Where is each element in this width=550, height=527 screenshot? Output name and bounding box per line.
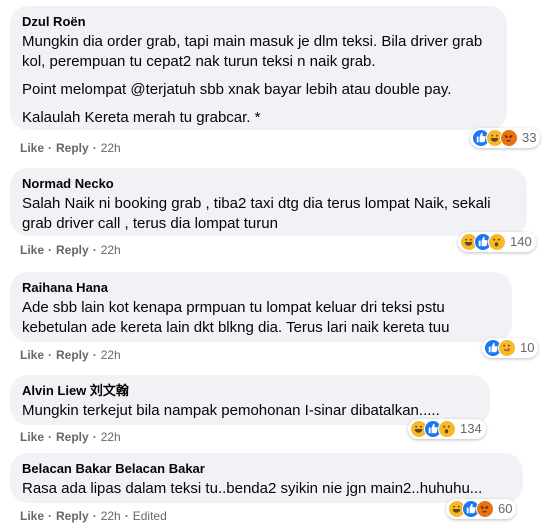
comment-text: Ade sbb lain kot kenapa prmpuan tu lompa… xyxy=(22,299,450,336)
comment-author[interactable]: Raihana Hana xyxy=(22,280,500,296)
comment-author[interactable]: Belacan Bakar Belacan Bakar xyxy=(22,461,511,477)
like-button[interactable]: Like xyxy=(20,509,44,523)
separator-dot: · xyxy=(48,141,53,155)
separator-dot: · xyxy=(48,243,53,257)
edited-label[interactable]: Edited xyxy=(133,509,167,523)
reaction-count: 60 xyxy=(498,501,513,516)
comment-bubble: Belacan Bakar Belacan Bakar Rasa ada lip… xyxy=(10,453,523,503)
comment-author[interactable]: Alvin Liew 刘文翰 xyxy=(22,383,478,399)
comment-bubble: Normad Necko Salah Naik ni booking grab … xyxy=(10,168,527,236)
comment-actions: Like · Reply · 22h · Edited xyxy=(20,508,167,524)
separator-dot: · xyxy=(92,430,97,444)
comment-author[interactable]: Normad Necko xyxy=(22,176,515,192)
comment-time[interactable]: 22h xyxy=(101,141,121,155)
comment-text: Mungkin dia order grab, tapi main masuk … xyxy=(22,33,483,70)
separator-dot: · xyxy=(92,509,97,523)
separator-dot: · xyxy=(48,430,53,444)
reaction-summary[interactable]: 140 xyxy=(458,232,536,252)
reaction-count: 33 xyxy=(522,130,537,145)
comment-author[interactable]: Dzul Roën xyxy=(22,14,495,30)
wow-icon xyxy=(438,420,456,438)
reaction-summary[interactable]: 60 xyxy=(446,499,517,519)
comment-actions: Like · Reply · 22h xyxy=(20,242,121,258)
comment-text: Kalaulah Kereta merah tu grabcar. * xyxy=(22,109,261,126)
comment-actions: Like · Reply · 22h xyxy=(20,429,121,445)
reaction-summary[interactable]: 33 xyxy=(470,128,541,148)
reply-button[interactable]: Reply xyxy=(56,348,89,362)
comment-text: Rasa ada lipas dalam teksi tu..benda2 sy… xyxy=(22,480,483,497)
separator-dot: · xyxy=(92,348,97,362)
comment-time[interactable]: 22h xyxy=(101,348,121,362)
separator-dot: · xyxy=(92,243,97,257)
comment-text: Salah Naik ni booking grab , tiba2 taxi … xyxy=(22,195,491,232)
like-button[interactable]: Like xyxy=(20,430,44,444)
reply-button[interactable]: Reply xyxy=(56,509,89,523)
reaction-summary[interactable]: 134 xyxy=(408,419,486,439)
reaction-count: 134 xyxy=(460,421,482,436)
reply-button[interactable]: Reply xyxy=(56,141,89,155)
wow-icon xyxy=(488,233,506,251)
angry-icon xyxy=(476,500,494,518)
separator-dot: · xyxy=(48,348,53,362)
comment-time[interactable]: 22h xyxy=(101,509,121,523)
reaction-summary[interactable]: 10 xyxy=(482,338,539,358)
reply-button[interactable]: Reply xyxy=(56,243,89,257)
comment-time[interactable]: 22h xyxy=(101,243,121,257)
like-button[interactable]: Like xyxy=(20,243,44,257)
separator-dot: · xyxy=(124,509,129,523)
comment-bubble: Dzul Roën Mungkin dia order grab, tapi m… xyxy=(10,6,507,130)
care-icon xyxy=(498,339,516,357)
comment-bubble: Raihana Hana Ade sbb lain kot kenapa prm… xyxy=(10,272,512,342)
like-button[interactable]: Like xyxy=(20,348,44,362)
like-button[interactable]: Like xyxy=(20,141,44,155)
comment-text: Mungkin terkejut bila nampak pemohonan I… xyxy=(22,402,440,419)
separator-dot: · xyxy=(92,141,97,155)
reaction-count: 10 xyxy=(520,340,535,355)
reply-button[interactable]: Reply xyxy=(56,430,89,444)
comment-bubble: Alvin Liew 刘文翰 Mungkin terkejut bila nam… xyxy=(10,375,490,425)
angry-icon xyxy=(500,129,518,147)
separator-dot: · xyxy=(48,509,53,523)
comment-actions: Like · Reply · 22h xyxy=(20,347,121,363)
comment-time[interactable]: 22h xyxy=(101,430,121,444)
comment-text: Point melompat @terjatuh sbb xnak bayar … xyxy=(22,81,452,98)
comment-actions: Like · Reply · 22h xyxy=(20,140,121,156)
reaction-count: 140 xyxy=(510,234,532,249)
